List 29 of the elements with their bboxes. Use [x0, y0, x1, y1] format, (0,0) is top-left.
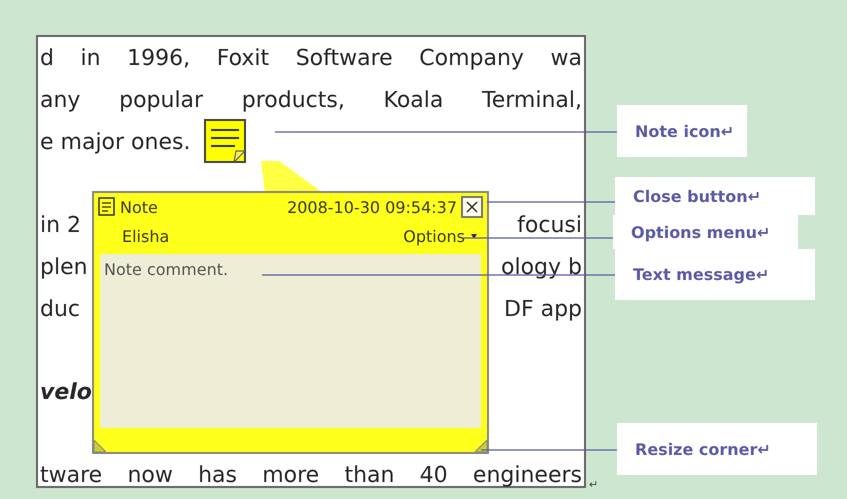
close-icon	[466, 201, 478, 213]
document-text: duc	[40, 296, 80, 322]
comment-field[interactable]: Note comment.	[100, 254, 481, 428]
close-button[interactable]	[461, 196, 483, 218]
note-timestamp: 2008-10-30 09:54:37	[287, 198, 457, 216]
document-text: in 2	[40, 212, 82, 238]
document-text: d in 1996, Foxit Software Company wa	[40, 46, 582, 70]
document-text: DF app	[504, 296, 582, 322]
note-icon[interactable]	[204, 119, 248, 165]
document-text: plen	[40, 254, 88, 280]
document-text: ology b	[501, 254, 582, 280]
callout-label: Options menu↵	[631, 222, 770, 242]
callout-label: Close button↵	[633, 186, 762, 206]
document-text: e major ones.	[40, 130, 190, 154]
callout-label: Text message↵	[633, 265, 770, 284]
note-icon	[98, 197, 116, 217]
resize-corner-icon[interactable]	[94, 440, 106, 452]
options-menu[interactable]: Options	[403, 226, 477, 246]
note-title: Note	[120, 198, 158, 216]
callout-label: Note icon↵	[635, 122, 734, 140]
caret-icon	[471, 234, 477, 238]
document-text: tware now has more than 40 engineers	[40, 462, 582, 488]
resize-corner-icon[interactable]	[475, 440, 487, 452]
document-heading: velo	[40, 380, 92, 404]
callout-label: Resize corner↵	[635, 440, 771, 458]
return-mark: ↵	[589, 478, 598, 491]
note-author: Elisha	[122, 226, 170, 246]
document-text: any popular products, Koala Terminal,	[40, 88, 582, 112]
document-text: focusi	[517, 212, 582, 238]
